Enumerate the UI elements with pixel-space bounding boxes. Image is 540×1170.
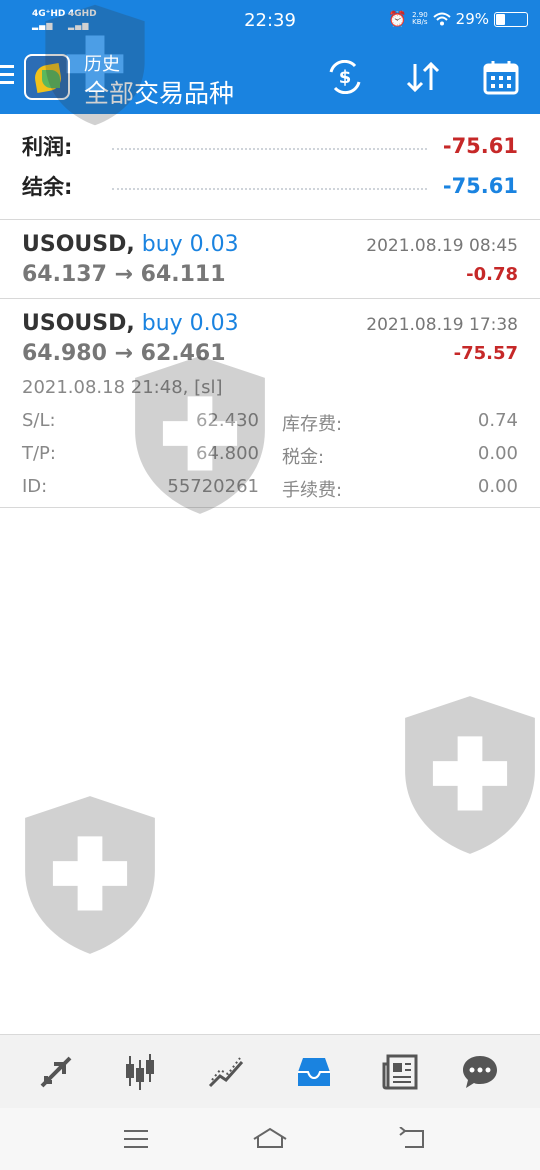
battery-icon — [494, 11, 528, 27]
battery-level — [496, 13, 506, 25]
watermark-shield-icon — [405, 696, 535, 854]
detail-row-sl: S/L: 62.430 库存费: 0.74 — [22, 410, 518, 436]
chat-icon[interactable] — [456, 1049, 504, 1095]
back-icon[interactable] — [394, 1124, 430, 1154]
trade-profit: -0.78 — [466, 264, 518, 285]
profit-value: -75.61 — [442, 134, 518, 158]
tp-value: 64.800 — [196, 443, 259, 464]
summary-panel: 利润: -75.61 结余: -75.61 — [0, 114, 540, 220]
history-inbox-icon[interactable] — [290, 1049, 338, 1095]
system-navigation — [0, 1108, 540, 1170]
status-bar: 4G⁺HD ▂▄▆ 4GHD ▂▄▆ 22:39 ⏰ 2.90 KB/s 29% — [0, 0, 540, 40]
balance-value: -75.61 — [442, 174, 518, 198]
profit-label: 利润: — [22, 135, 73, 159]
app-logo — [24, 54, 70, 100]
trade-side: buy 0.03 — [141, 232, 239, 257]
tax-value: 0.00 — [477, 443, 518, 464]
price-change: 64.137 → 64.111 — [22, 262, 226, 287]
calendar-icon[interactable] — [480, 58, 522, 96]
profit-row: 利润: -75.61 — [22, 129, 518, 163]
trade-profit: -75.57 — [453, 343, 518, 364]
dotted-leader — [112, 188, 427, 190]
line-chart-icon[interactable] — [202, 1049, 250, 1095]
hamburger-menu-icon[interactable] — [0, 65, 14, 85]
dotted-leader — [112, 148, 427, 150]
trade-symbol: USOUSD, buy 0.03 — [22, 232, 239, 257]
net-speed-unit: KB/s — [412, 18, 428, 26]
commission-value: 0.00 — [477, 476, 518, 497]
sl-value: 62.430 — [196, 410, 259, 431]
trade-row[interactable]: USOUSD, buy 0.03 2021.08.19 08:45 64.137… — [0, 220, 540, 299]
detail-row-id: ID: 55720261 手续费: 0.00 — [22, 476, 518, 502]
bottom-navigation — [0, 1034, 540, 1108]
news-icon[interactable] — [376, 1049, 424, 1095]
net-speed: 2.90 KB/s — [412, 12, 428, 26]
tp-label: T/P: — [22, 443, 56, 464]
candlestick-chart-icon[interactable] — [116, 1049, 164, 1095]
open-time: 2021.08.18 21:48, [sl] — [22, 377, 223, 398]
commission-label: 手续费: — [282, 480, 343, 501]
close-time: 2021.08.19 17:38 — [366, 315, 518, 335]
app-screen: 4G⁺HD ▂▄▆ 4GHD ▂▄▆ 22:39 ⏰ 2.90 KB/s 29% — [0, 0, 540, 1170]
svg-text:$: $ — [339, 67, 352, 88]
trade-row-expanded[interactable]: USOUSD, buy 0.03 2021.08.19 17:38 64.980… — [0, 299, 540, 508]
wifi-icon — [432, 12, 451, 26]
symbol-name: USOUSD, — [22, 232, 135, 257]
balance-label: 结余: — [22, 175, 73, 199]
balance-row: 结余: -75.61 — [22, 169, 518, 203]
symbol-filter[interactable]: 全部交易品种 — [84, 74, 234, 110]
status-right: ⏰ 2.90 KB/s 29% — [388, 10, 528, 28]
alarm-icon: ⏰ — [388, 10, 408, 28]
swap-label: 库存费: — [282, 414, 343, 435]
trade-side: buy 0.03 — [141, 311, 239, 336]
detail-row-tp: T/P: 64.800 税金: 0.00 — [22, 443, 518, 469]
sl-label: S/L: — [22, 410, 56, 431]
id-value: 55720261 — [167, 476, 259, 497]
battery-percent: 29% — [455, 10, 489, 28]
currency-exchange-icon[interactable]: $ — [324, 58, 366, 96]
sort-icon[interactable] — [402, 58, 444, 96]
id-label: ID: — [22, 476, 48, 497]
page-title: 历史 — [84, 54, 120, 75]
trade-arrows-icon[interactable] — [32, 1049, 80, 1095]
swap-value: 0.74 — [477, 410, 518, 431]
symbol-name: USOUSD, — [22, 311, 135, 336]
watermark-shield-icon — [25, 796, 155, 954]
close-time: 2021.08.19 08:45 — [366, 236, 518, 256]
menu-lines-icon[interactable] — [118, 1124, 154, 1154]
tax-label: 税金: — [282, 447, 325, 468]
price-change: 64.980 → 62.461 — [22, 341, 226, 366]
trade-symbol: USOUSD, buy 0.03 — [22, 311, 239, 336]
app-header: 历史 全部交易品种 $ — [0, 40, 540, 114]
home-icon[interactable] — [252, 1124, 288, 1154]
